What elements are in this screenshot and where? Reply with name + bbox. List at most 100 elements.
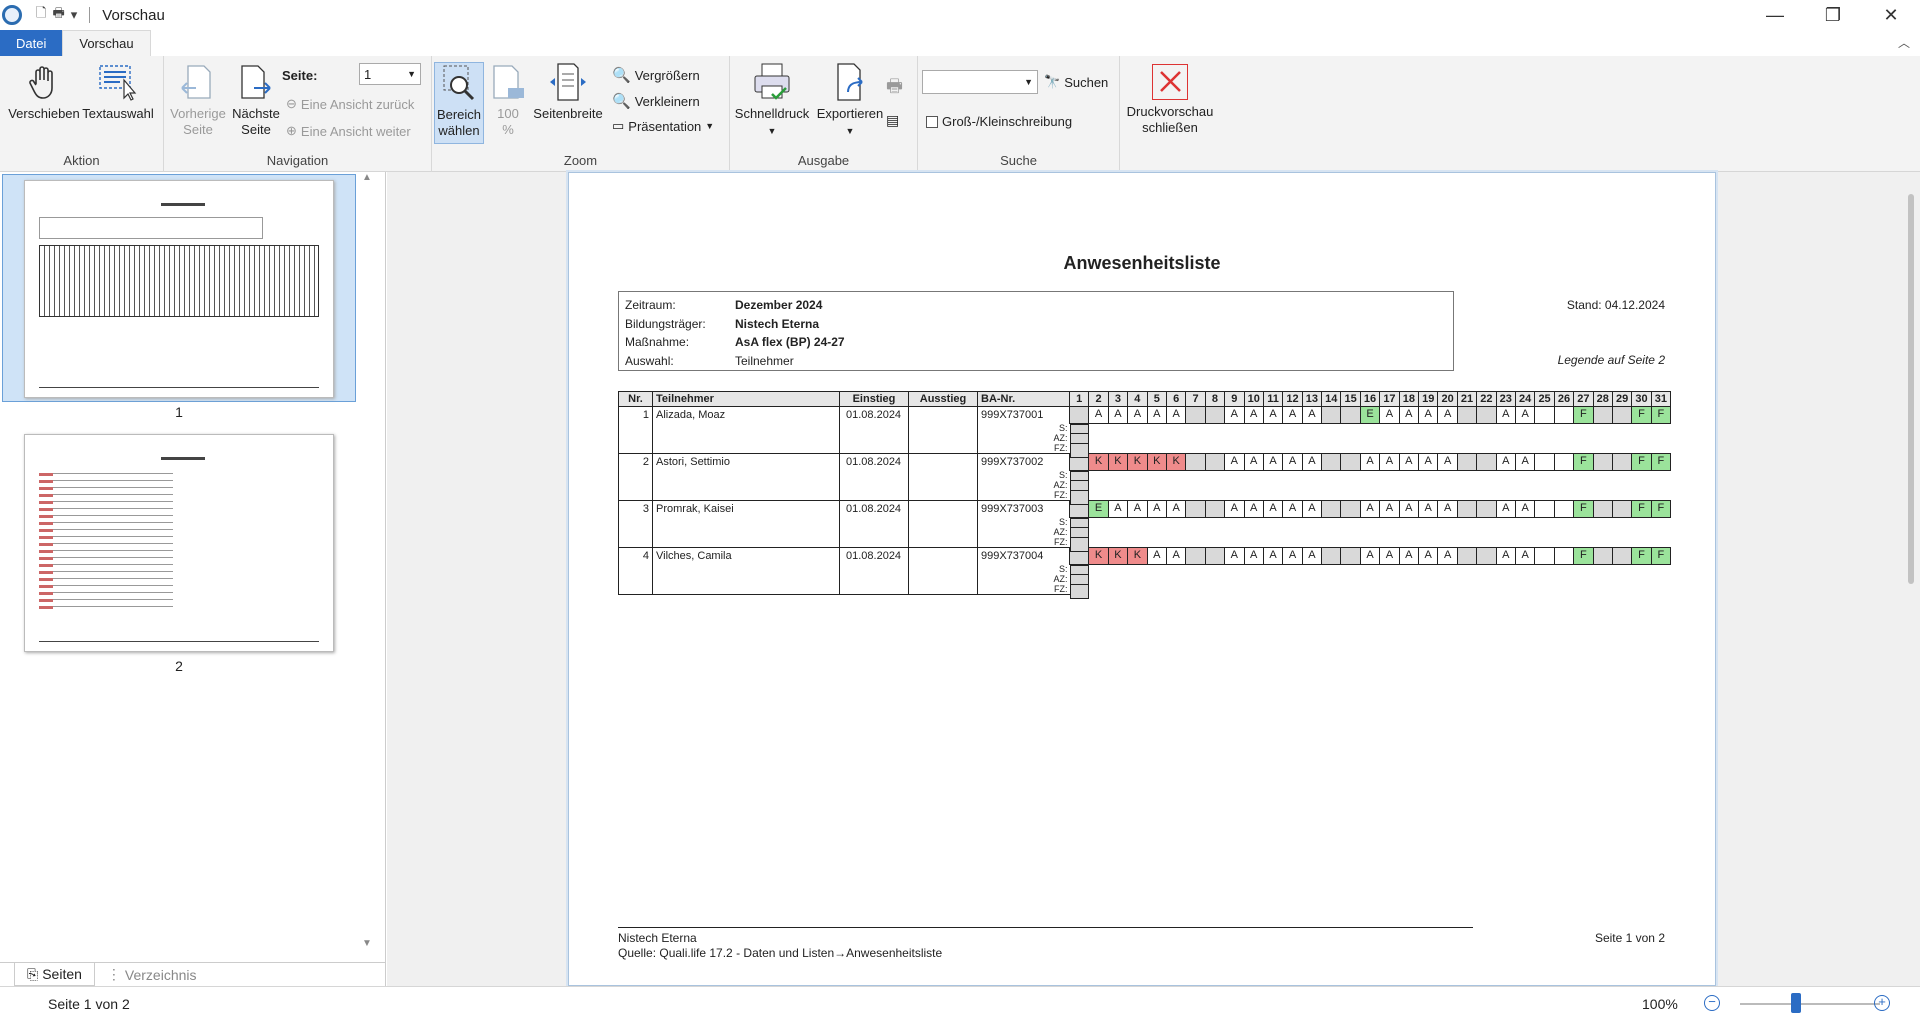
cell-day: A	[1398, 547, 1420, 565]
cell-day: A	[1224, 406, 1245, 424]
zoom-100-button[interactable]: 100%	[488, 62, 528, 138]
tab-index[interactable]: ⋮ Verzeichnis	[95, 963, 209, 986]
customize-dropdown-icon[interactable]: ▾	[71, 7, 78, 23]
zoom-minus-icon[interactable]: −	[1704, 995, 1720, 1011]
thumbnail-page-1[interactable]	[24, 180, 334, 398]
export-button[interactable]: Exportieren ▼	[810, 62, 890, 139]
next-page-button[interactable]: Nächste Seite	[222, 62, 290, 138]
cell-day	[1611, 406, 1633, 424]
cell-start: 01.08.2024	[839, 453, 909, 501]
quick-print-button[interactable]: Schnelldruck ▼	[732, 62, 812, 139]
thumb-infobox	[39, 217, 263, 239]
cell-day	[1185, 453, 1206, 471]
tab-pages[interactable]: ⎘ Seiten	[14, 963, 95, 986]
cell-day: A	[1301, 453, 1323, 471]
col-header-day: 8	[1204, 391, 1226, 407]
title-bar: 🗋 🖶 ▾ Vorschau — ❐ ✕	[0, 0, 1920, 30]
cell-day: A	[1127, 500, 1148, 518]
document-page: Anwesenheitsliste Zeitraum: Dezember 2024…	[568, 172, 1716, 986]
col-header-day: 7	[1185, 391, 1206, 407]
chevron-down-icon: ▼	[845, 126, 855, 136]
cell-day	[1553, 500, 1575, 518]
zoom-slider-handle[interactable]	[1791, 993, 1801, 1013]
col-header-day: 17	[1379, 391, 1400, 407]
cell-day	[1069, 584, 1089, 600]
close-preview-button[interactable]: Druckvorschau schließen	[1124, 62, 1216, 136]
col-header-day: 25	[1534, 391, 1555, 407]
thumbnail-page-2[interactable]	[24, 434, 334, 652]
footer-divider	[618, 927, 1473, 928]
collapse-ribbon-icon[interactable]: ︿	[1898, 34, 1910, 51]
search-input[interactable]: ▼	[922, 70, 1038, 94]
pages-icon: ⎘	[27, 965, 39, 982]
cell-day	[1185, 406, 1206, 424]
presentation-icon: ▭	[612, 118, 625, 133]
cell-day: A	[1495, 406, 1516, 424]
cell-day	[1340, 453, 1361, 471]
view-forward-button[interactable]: ⊕ Eine Ansicht weiter	[286, 123, 411, 139]
thumbnail-scrollbar[interactable]: ▲ ▼	[360, 172, 376, 952]
minimize-button[interactable]: —	[1746, 0, 1804, 30]
cell-day	[1592, 547, 1613, 565]
thumb-footer	[39, 387, 319, 388]
cell-ba: 999X737003	[977, 500, 1070, 517]
col-header-ba: BA-Nr.	[977, 391, 1070, 407]
col-header-day: 27	[1573, 391, 1594, 407]
close-window-button[interactable]: ✕	[1862, 0, 1920, 30]
cell-day: A	[1495, 547, 1516, 565]
case-sensitive-checkbox[interactable]: Groß-/Kleinschreibung	[926, 114, 1072, 129]
cell-nr: 4	[618, 547, 653, 595]
view-back-button[interactable]: ⊖ Eine Ansicht zurück	[286, 96, 414, 112]
cell-day: F	[1631, 547, 1652, 565]
restore-button[interactable]: ❐	[1804, 0, 1862, 30]
presentation-button[interactable]: ▭ Präsentation ▼	[612, 118, 714, 134]
cell-day	[1553, 547, 1575, 565]
cell-start: 01.08.2024	[839, 500, 909, 548]
cell-day: A	[1088, 406, 1109, 424]
viewer-scrollbar[interactable]	[1904, 172, 1920, 986]
scroll-down-icon[interactable]: ▼	[362, 938, 372, 949]
scroll-up-icon[interactable]: ▲	[362, 172, 372, 183]
cell-nr: 3	[618, 500, 653, 548]
cell-day: A	[1243, 500, 1264, 518]
info-value: Nistech Eterna	[735, 316, 820, 331]
cell-day: A	[1224, 500, 1245, 518]
zoom-plus-icon[interactable]: +	[1874, 995, 1890, 1011]
cell-day: A	[1437, 500, 1458, 518]
zoom-slider[interactable]	[1740, 1003, 1880, 1005]
tab-preview[interactable]: Vorschau	[62, 30, 151, 56]
print-icon[interactable]: 🖶	[886, 74, 903, 104]
col-header-day: 28	[1592, 391, 1613, 407]
checkbox-box	[926, 115, 938, 128]
cell-day: K	[1165, 453, 1187, 471]
cell-name: Astori, Settimio	[652, 453, 840, 501]
zoom-out-button[interactable]: 🔍 Verkleinern	[612, 92, 700, 110]
cell-day	[1340, 406, 1361, 424]
page-label: Seite:	[282, 68, 318, 83]
select-area-button[interactable]: Bereich wählen	[434, 62, 484, 144]
zoom-in-button[interactable]: 🔍 Vergrößern	[612, 66, 700, 84]
new-document-icon[interactable]: 🗋	[36, 4, 46, 26]
group-zoom: Bereich wählen 100% Seitenbreite 🔍 Vergröß…	[432, 56, 730, 172]
cell-day	[1321, 500, 1342, 518]
cell-day: A	[1398, 453, 1420, 471]
footer-page-number: Seite 1 von 2	[1594, 931, 1665, 945]
print-check-icon[interactable]: 🖶	[52, 4, 64, 26]
cell-day: A	[1514, 406, 1536, 424]
col-header-day: 15	[1340, 391, 1361, 407]
document-title: Anwesenheitsliste	[1063, 253, 1221, 273]
tab-file[interactable]: Datei	[0, 30, 63, 56]
col-header-day: 20	[1437, 391, 1458, 407]
move-button[interactable]: Verschieben	[8, 62, 80, 122]
text-select-button[interactable]: Textauswahl	[82, 62, 154, 122]
scroll-thumb[interactable]	[1908, 194, 1914, 584]
cell-day: A	[1495, 453, 1516, 471]
group-label-action: Aktion	[63, 153, 100, 168]
page-select[interactable]: 1 ▼	[359, 63, 421, 85]
cell-end	[908, 547, 978, 595]
print-setup-icon[interactable]: ▤	[886, 112, 899, 129]
search-button[interactable]: 🔭 Suchen	[1044, 74, 1108, 90]
quick-access-toolbar: 🗋 🖶 ▾ Vorschau	[36, 4, 165, 26]
page-width-button[interactable]: Seitenbreite	[530, 62, 606, 122]
cell-sub-label: FZ:	[977, 584, 1070, 595]
